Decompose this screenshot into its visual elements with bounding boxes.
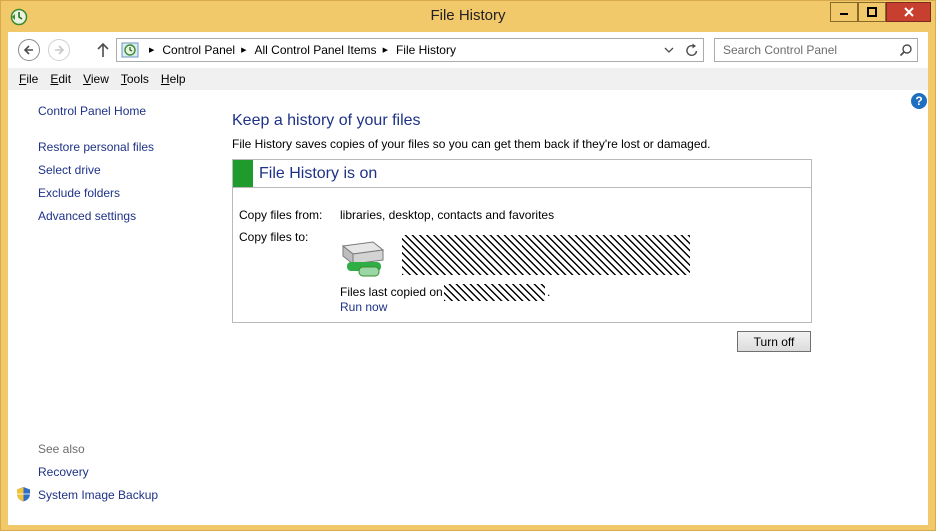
forward-button[interactable] [48, 39, 70, 61]
drive-icon [341, 241, 385, 277]
control-panel-home-link[interactable]: Control Panel Home [38, 104, 146, 118]
copy-from-value: libraries, desktop, contacts and favorit… [340, 208, 555, 222]
navigation-bar: ▶ Control Panel ▶ All Control Panel Item… [8, 32, 928, 68]
search-icon[interactable] [899, 43, 913, 57]
turn-off-button[interactable]: Turn off [737, 331, 811, 352]
shield-icon [17, 487, 30, 502]
menu-help[interactable]: Help [155, 72, 192, 86]
search-input[interactable] [715, 39, 895, 61]
window-title: File History [430, 7, 506, 24]
address-bar[interactable]: ▶ Control Panel ▶ All Control Panel Item… [116, 38, 704, 62]
exclude-folders-link[interactable]: Exclude folders [38, 186, 120, 200]
last-copied-text: Files last copied on . [340, 285, 551, 299]
status-header: File History is on [233, 160, 811, 188]
close-icon [903, 7, 914, 17]
page-title: Keep a history of your files [232, 112, 421, 129]
select-drive-link[interactable]: Select drive [38, 163, 101, 177]
copy-from-label: Copy files from: [239, 208, 323, 222]
back-button[interactable] [18, 39, 40, 61]
page-description: File History saves copies of your files … [232, 137, 711, 151]
forward-arrow-icon [55, 45, 65, 55]
breadcrumb-all-items[interactable]: All Control Panel Items [255, 43, 377, 57]
advanced-settings-link[interactable]: Advanced settings [38, 209, 136, 223]
help-icon[interactable]: ? [911, 93, 927, 109]
copy-to-label: Copy files to: [239, 230, 309, 244]
title-bar: File History [1, 1, 935, 32]
menu-bar: File Edit View Tools Help [8, 68, 928, 90]
client-area: ▶ Control Panel ▶ All Control Panel Item… [8, 32, 928, 525]
close-button[interactable] [886, 2, 931, 22]
dropdown-icon[interactable] [663, 44, 675, 56]
maximize-button[interactable] [858, 2, 886, 22]
search-box[interactable] [714, 38, 918, 62]
menu-view[interactable]: View [77, 72, 115, 86]
up-arrow-icon[interactable] [95, 41, 111, 59]
back-arrow-icon [23, 45, 33, 55]
menu-edit[interactable]: Edit [44, 72, 77, 86]
breadcrumb-separator-icon[interactable]: ▶ [241, 46, 246, 54]
recovery-link[interactable]: Recovery [38, 465, 89, 479]
window: File History ▶ Control Panel ▶ All Contr… [0, 0, 936, 531]
breadcrumb-separator-icon: ▶ [149, 47, 155, 54]
system-image-backup-link[interactable]: System Image Backup [38, 488, 158, 502]
restore-personal-files-link[interactable]: Restore personal files [38, 140, 154, 154]
minimize-icon [840, 13, 848, 15]
see-also-label: See also [38, 442, 85, 456]
breadcrumb: ▶ Control Panel ▶ All Control Panel Item… [143, 43, 456, 57]
run-now-link[interactable]: Run now [340, 300, 387, 314]
menu-file[interactable]: File [13, 72, 44, 86]
redacted-drive-name [402, 235, 690, 275]
left-pane: Control Panel Home Restore personal file… [8, 90, 208, 525]
status-panel: File History is on Copy files from: libr… [232, 159, 812, 323]
minimize-button[interactable] [830, 2, 858, 22]
menu-tools[interactable]: Tools [115, 72, 155, 86]
breadcrumb-separator-icon[interactable]: ▶ [383, 46, 388, 54]
status-indicator [233, 160, 253, 187]
breadcrumb-control-panel[interactable]: Control Panel [162, 43, 235, 57]
maximize-icon [867, 7, 877, 17]
status-title: File History is on [259, 165, 378, 182]
breadcrumb-file-history[interactable]: File History [396, 43, 456, 57]
refresh-icon[interactable] [685, 42, 699, 58]
file-history-icon [121, 42, 139, 58]
redacted-last-copied-date [444, 284, 545, 301]
